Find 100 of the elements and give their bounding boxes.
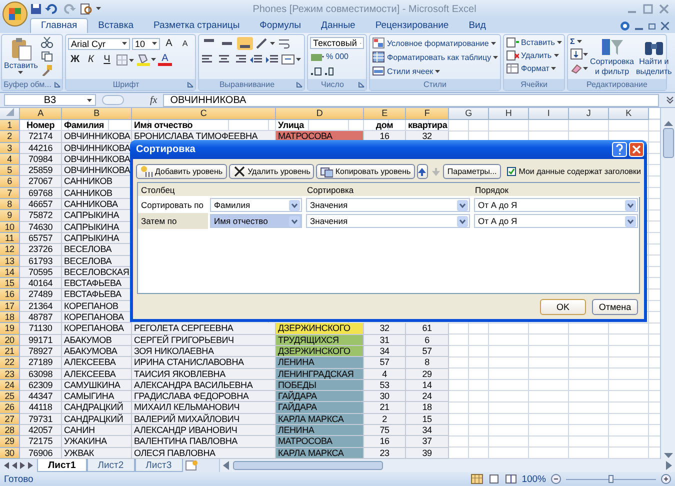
dropdown[interactable]: Значения <box>306 214 470 228</box>
ribbon-tab[interactable]: Данные <box>311 19 366 33</box>
row-header[interactable]: 5 <box>0 165 20 176</box>
row-header[interactable]: 7 <box>0 188 20 200</box>
paste-button[interactable]: Вставить <box>4 37 38 77</box>
cancel-button[interactable]: Отмена <box>592 299 638 315</box>
column-header[interactable]: G <box>449 108 489 120</box>
page-layout-icon[interactable] <box>488 474 500 484</box>
format-painter-icon[interactable] <box>40 65 53 76</box>
scroll-left-icon[interactable] <box>222 461 229 470</box>
autosum-button[interactable]: Σ <box>570 37 575 46</box>
ribbon-tab[interactable]: Главная <box>30 18 88 33</box>
row-header[interactable]: 1 <box>0 120 20 132</box>
row-header[interactable]: 2 <box>0 131 20 143</box>
merge-cells-icon[interactable] <box>281 53 301 66</box>
scroll-thumb[interactable] <box>232 461 383 470</box>
ribbon-tab[interactable]: Вставка <box>88 19 144 33</box>
cells-command[interactable]: Формат <box>506 63 556 74</box>
column-header[interactable]: H <box>489 108 529 120</box>
dialog-launcher-icon[interactable] <box>296 81 303 88</box>
row-header[interactable]: 28 <box>0 425 20 436</box>
shrink-font-button[interactable]: A <box>178 37 192 50</box>
row-header[interactable]: 8 <box>0 199 20 210</box>
cut-icon[interactable] <box>40 37 53 48</box>
row-header[interactable]: 21 <box>0 346 20 358</box>
text-orientation-icon[interactable] <box>255 37 275 50</box>
dropdown[interactable]: От А до Я <box>474 214 638 228</box>
zoom-out-icon[interactable] <box>551 474 561 484</box>
column-header[interactable]: B <box>62 108 132 120</box>
cells-command[interactable]: Удалить <box>506 50 559 61</box>
dropdown[interactable]: От А до Я <box>474 198 638 212</box>
sheet-nav-prev-icon[interactable] <box>12 462 17 469</box>
font-color-button[interactable]: A <box>158 53 172 66</box>
thousands-button[interactable]: 000 <box>335 52 348 61</box>
save-icon[interactable] <box>30 3 42 15</box>
ribbon-tab[interactable]: Разметка страницы <box>143 19 250 33</box>
sheet-tab[interactable]: Лист2 <box>86 459 135 472</box>
move-up-button[interactable] <box>416 164 428 179</box>
restore-icon[interactable] <box>648 22 656 30</box>
sheet-nav-first-icon[interactable] <box>4 462 9 469</box>
dropdown[interactable]: Имя отчество <box>210 214 302 228</box>
font-name-field[interactable]: Arial Cyr <box>68 38 130 50</box>
insert-sheet-icon[interactable] <box>182 459 199 471</box>
column-header[interactable]: A <box>20 108 62 120</box>
increase-indent-icon[interactable] <box>265 53 279 66</box>
print-preview-icon[interactable] <box>79 3 93 15</box>
font-size-field[interactable]: 10 <box>132 38 160 50</box>
column-header[interactable]: C <box>132 108 276 120</box>
row-header[interactable]: 14 <box>0 266 20 278</box>
row-header[interactable]: 25 <box>0 391 20 402</box>
sheet-tab[interactable]: Лист3 <box>134 459 183 472</box>
copy-icon[interactable] <box>40 51 53 62</box>
row-header[interactable]: 4 <box>0 154 20 166</box>
cells-command[interactable]: Вставить <box>506 37 562 48</box>
level-label[interactable]: Сортировать по <box>138 197 208 213</box>
row-header[interactable]: 24 <box>0 380 20 392</box>
style-command[interactable]: Условное форматирование <box>372 37 496 49</box>
row-header[interactable]: 12 <box>0 244 20 256</box>
checkbox[interactable] <box>506 167 516 176</box>
row-header[interactable]: 18 <box>0 312 20 324</box>
scroll-thumb[interactable] <box>662 128 674 158</box>
scroll-right-icon[interactable] <box>666 461 672 470</box>
toolbar-button[interactable]: Удалить уровень <box>228 164 314 179</box>
dialog-launcher-icon[interactable] <box>187 81 194 88</box>
number-format-field[interactable]: Текстовый <box>310 37 364 49</box>
level-label[interactable]: Затем по <box>138 213 208 229</box>
bold-button[interactable]: Ж <box>68 53 82 66</box>
ribbon-tab[interactable]: Рецензирование <box>365 19 459 33</box>
row-header[interactable]: 10 <box>0 222 20 233</box>
column-header[interactable]: K <box>609 108 649 120</box>
scroll-up-icon[interactable] <box>664 120 672 126</box>
toolbar-button[interactable]: Копировать уровень <box>316 164 415 179</box>
sheet-nav-next-icon[interactable] <box>20 462 25 469</box>
options-button[interactable]: Параметры... <box>443 164 501 179</box>
sheet-nav-last-icon[interactable] <box>28 462 33 469</box>
fill-color-icon[interactable] <box>136 53 156 66</box>
row-header[interactable]: 23 <box>0 368 20 380</box>
row-header[interactable]: 30 <box>0 448 20 459</box>
decrease-decimal-icon[interactable] <box>324 66 336 76</box>
row-header[interactable]: 22 <box>0 357 20 369</box>
underline-button[interactable]: Ч <box>100 53 114 66</box>
dialog-launcher-icon[interactable] <box>358 81 365 88</box>
dialog-launcher-icon[interactable] <box>54 81 61 88</box>
column-header[interactable]: I <box>529 108 569 120</box>
zoom-slider-thumb[interactable] <box>608 475 614 483</box>
ok-button[interactable]: OK <box>540 299 586 315</box>
row-header[interactable]: 29 <box>0 436 20 448</box>
row-header[interactable]: 9 <box>0 210 20 222</box>
toolbar-button[interactable]: Добавить уровень <box>136 164 227 179</box>
column-header[interactable]: F <box>406 108 449 120</box>
normal-view-icon[interactable] <box>470 474 483 484</box>
row-header[interactable]: 16 <box>0 289 20 301</box>
style-command[interactable]: Стили ячеек <box>372 65 440 77</box>
zoom-level[interactable]: 100% <box>522 474 546 484</box>
column-header[interactable]: D <box>276 108 364 120</box>
row-header[interactable]: 13 <box>0 256 20 267</box>
align-bottom-icon[interactable] <box>237 37 253 50</box>
undo-icon[interactable] <box>45 3 59 15</box>
row-header[interactable]: 15 <box>0 278 20 290</box>
eraser-icon[interactable] <box>570 62 588 74</box>
